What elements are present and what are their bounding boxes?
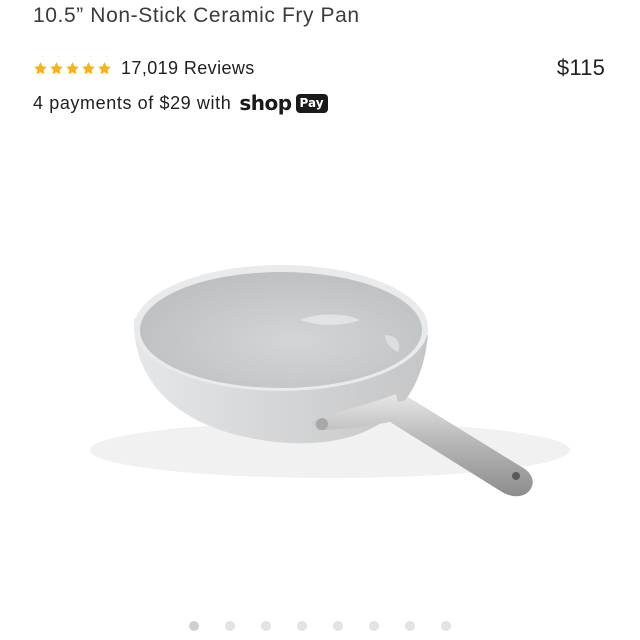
carousel-dot[interactable] <box>333 621 343 631</box>
carousel-dot[interactable] <box>405 621 415 631</box>
installments-row[interactable]: 4 payments of $29 with shop Pay <box>33 90 328 116</box>
star-icon <box>66 61 79 74</box>
carousel-dot[interactable] <box>297 621 307 631</box>
product-title: 10.5” Non-Stick Ceramic Fry Pan <box>33 4 360 27</box>
carousel-dot[interactable] <box>369 621 379 631</box>
installments-text: 4 payments of $29 with <box>33 92 232 113</box>
star-icon <box>82 61 95 74</box>
carousel-dot[interactable] <box>261 621 271 631</box>
frying-pan-image[interactable] <box>0 130 640 610</box>
shop-pay-badge: Pay <box>295 93 328 113</box>
reviews-link[interactable]: 17,019 Reviews <box>121 58 255 79</box>
price: $115 <box>556 55 605 80</box>
rating-row[interactable]: 17,019 Reviews <box>33 56 255 80</box>
star-icon <box>98 61 111 74</box>
image-carousel-dots <box>189 621 451 631</box>
shop-pay-logo: shop <box>239 91 292 115</box>
star-icon <box>34 61 47 74</box>
carousel-dot[interactable] <box>189 621 199 631</box>
carousel-dot[interactable] <box>441 621 451 631</box>
star-icon <box>50 61 63 74</box>
star-rating <box>33 61 112 76</box>
carousel-dot[interactable] <box>225 621 235 631</box>
